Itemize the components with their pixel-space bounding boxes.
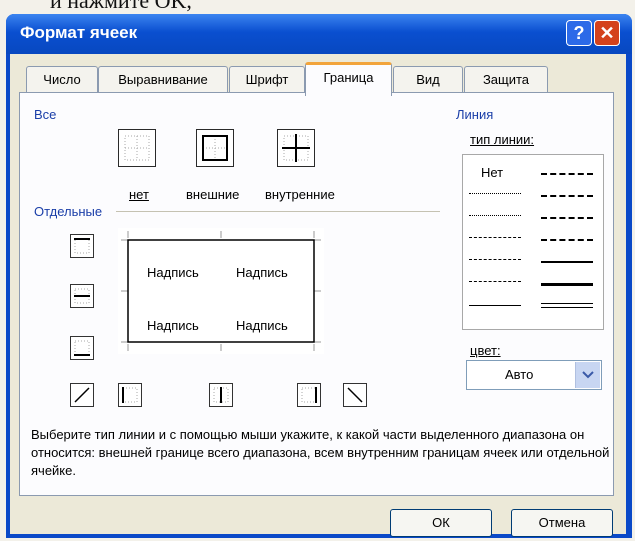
border-right-button[interactable] [297,383,321,407]
preview-guides [121,231,321,351]
preset-inside-button[interactable] [277,129,315,167]
diagonal-up-icon [74,387,90,403]
line-style-option[interactable] [541,283,593,286]
preview-cell-label: Надпись [236,318,288,333]
border-left-icon [122,387,138,403]
line-style-option[interactable] [469,193,521,194]
border-middle-vertical-icon [213,387,229,403]
line-style-option[interactable] [541,261,593,263]
border-inside-icon [282,134,310,162]
border-top-icon [74,238,90,254]
line-color-label: цвет: [470,343,501,358]
border-diagonal-down-button[interactable] [343,383,367,407]
preview-cell-label: Надпись [236,265,288,280]
tab-protection[interactable]: Защита [464,66,548,93]
preset-none-button[interactable] [118,129,156,167]
line-style-option[interactable] [469,259,521,260]
line-color-select[interactable]: Авто [466,360,602,390]
border-diagonal-up-button[interactable] [70,383,94,407]
line-style-option[interactable] [469,237,521,238]
line-style-option[interactable] [469,215,521,216]
border-middle-horizontal-icon [74,288,90,304]
help-button[interactable]: ? [566,20,592,46]
line-style-option[interactable] [469,281,521,282]
help-description: Выберите тип линии и с помощью мыши укаж… [31,427,610,478]
line-color-value: Авто [505,367,534,382]
border-bottom-button[interactable] [70,336,94,360]
border-bottom-icon [74,340,90,356]
line-style-option[interactable] [541,217,593,219]
tab-alignment[interactable]: Выравнивание [98,66,228,93]
line-group-label: Линия [456,107,494,122]
line-type-label: тип линии: [470,132,535,147]
separate-group-divider [116,211,440,212]
caption-text: и нажмите OK, [50,0,192,13]
tab-border[interactable]: Граница [305,62,392,96]
ok-button[interactable]: ОК [390,509,492,537]
preset-outline-label: внешние [186,187,240,202]
border-top-button[interactable] [70,234,94,258]
line-style-option[interactable] [541,239,593,241]
all-group-label: Все [34,107,57,122]
border-none-icon [124,135,150,161]
border-outline-icon [202,135,228,161]
tab-view[interactable]: Вид [393,66,463,93]
line-style-option[interactable] [469,305,521,306]
border-left-button[interactable] [118,383,142,407]
border-middle-horizontal-button[interactable] [70,284,94,308]
line-style-list[interactable]: Нет [462,154,604,330]
line-style-none[interactable]: Нет [481,165,503,180]
chevron-down-icon [582,371,594,379]
border-preview[interactable]: Надпись Надпись Надпись Надпись [118,228,324,354]
close-button[interactable]: ✕ [594,20,620,46]
dialog-title: Формат ячеек [20,23,138,42]
border-middle-vertical-button[interactable] [209,383,233,407]
preset-inside-label: внутренние [265,187,335,202]
line-style-option[interactable] [541,195,593,197]
border-right-icon [301,387,317,403]
preset-none-label: нет [129,187,149,202]
tab-font[interactable]: Шрифт [229,66,305,93]
separate-group-label: Отдельные [34,204,103,219]
tab-number[interactable]: Число [26,66,98,93]
preview-cell-label: Надпись [147,318,199,333]
diagonal-down-icon [347,387,363,403]
preview-cell-label: Надпись [147,265,199,280]
line-style-option[interactable] [541,173,593,175]
color-dropdown-button[interactable] [575,362,600,388]
cancel-button[interactable]: Отмена [511,509,613,537]
preset-outline-button[interactable] [196,129,234,167]
line-style-double[interactable] [541,303,593,308]
